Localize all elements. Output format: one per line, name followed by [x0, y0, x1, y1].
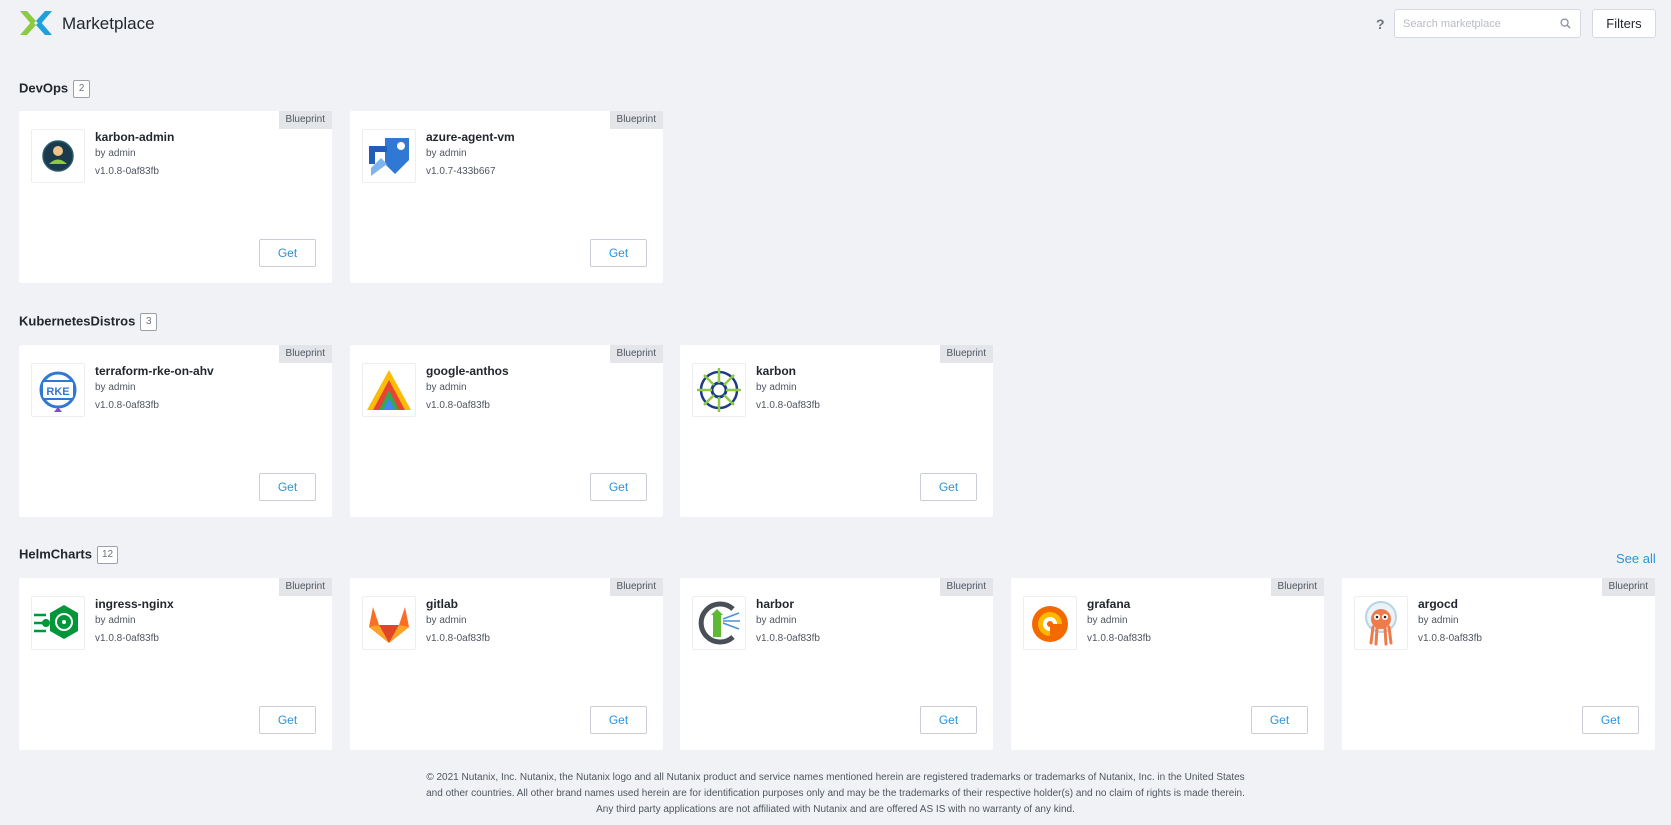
get-button[interactable]: Get — [1582, 706, 1639, 734]
app-name[interactable]: azure-agent-vm — [426, 130, 515, 144]
get-button[interactable]: Get — [920, 706, 977, 734]
app-card-argocd[interactable]: Blueprint argocd by admin v1.0.8-0af83fb… — [1342, 578, 1655, 750]
app-author: by admin — [426, 148, 467, 159]
app-version: v1.0.8-0af83fb — [1087, 633, 1151, 644]
app-version: v1.0.8-0af83fb — [426, 633, 490, 644]
get-button[interactable]: Get — [590, 473, 647, 501]
rke-icon: RKE — [31, 363, 85, 417]
app-name[interactable]: karbon — [756, 364, 796, 378]
app-author: by admin — [95, 615, 136, 626]
karbon-wheel-icon — [692, 363, 746, 417]
app-version: v1.0.8-0af83fb — [1418, 633, 1482, 644]
app-card-grafana[interactable]: Blueprint grafana by admin v1.0.8-0af83f… — [1011, 578, 1324, 750]
section-heading-helmcharts: HelmCharts 12 — [19, 546, 119, 564]
app-name[interactable]: karbon-admin — [95, 130, 174, 144]
app-name[interactable]: terraform-rke-on-ahv — [95, 364, 214, 378]
app-name[interactable]: google-anthos — [426, 364, 509, 378]
app-card-harbor[interactable]: Blueprint harbor by admin v1.0.8-0af83fb… — [680, 578, 993, 750]
app-card-gitlab[interactable]: Blueprint gitlab by admin v1.0.8-0af83fb… — [350, 578, 663, 750]
section-title: DevOps — [19, 80, 69, 96]
filters-button[interactable]: Filters — [1592, 9, 1656, 38]
karbon-admin-icon — [31, 129, 85, 183]
app-card-karbon[interactable]: Blueprint karbon by admin v1.0.8-0af83fb… — [680, 345, 993, 517]
app-version: v1.0.8-0af83fb — [426, 400, 490, 411]
search-icon[interactable] — [1560, 18, 1571, 29]
app-version: v1.0.8-0af83fb — [756, 400, 820, 411]
app-version: v1.0.8-0af83fb — [95, 166, 159, 177]
app-version: v1.0.8-0af83fb — [756, 633, 820, 644]
app-author: by admin — [756, 615, 797, 626]
get-button[interactable]: Get — [259, 239, 316, 267]
argocd-icon — [1354, 596, 1408, 650]
app-version: v1.0.8-0af83fb — [95, 400, 159, 411]
anthos-icon — [362, 363, 416, 417]
app-name[interactable]: argocd — [1418, 597, 1458, 611]
app-name[interactable]: grafana — [1087, 597, 1130, 611]
app-card-ingress-nginx[interactable]: Blueprint ingress-nginx by admin v1.0.8-… — [19, 578, 332, 750]
azure-devops-icon — [362, 129, 416, 183]
blueprint-badge: Blueprint — [939, 578, 993, 596]
blueprint-badge: Blueprint — [939, 345, 993, 363]
app-version: v1.0.8-0af83fb — [95, 633, 159, 644]
app-card-azure-agent-vm[interactable]: Blueprint azure-agent-vm by admin v1.0.7… — [350, 111, 663, 283]
search-input[interactable] — [1403, 16, 1553, 32]
section-count-badge: 3 — [140, 313, 158, 331]
see-all-link[interactable]: See all — [1616, 551, 1656, 566]
search-box[interactable] — [1394, 9, 1581, 38]
blueprint-badge: Blueprint — [278, 578, 332, 596]
section-title: KubernetesDistros — [19, 313, 136, 329]
get-button[interactable]: Get — [590, 706, 647, 734]
footer-legal: © 2021 Nutanix, Inc. Nutanix, the Nutani… — [0, 770, 1671, 818]
app-card-google-anthos[interactable]: Blueprint google-anthos by admin v1.0.8-… — [350, 345, 663, 517]
blueprint-badge: Blueprint — [609, 345, 663, 363]
page-title: Marketplace — [62, 14, 155, 33]
app-name[interactable]: ingress-nginx — [95, 597, 174, 611]
get-button[interactable]: Get — [1251, 706, 1308, 734]
app-author: by admin — [756, 382, 797, 393]
app-version: v1.0.7-433b667 — [426, 166, 496, 177]
blueprint-badge: Blueprint — [1270, 578, 1324, 596]
footer-line: Any third party applications are not aff… — [596, 804, 1075, 815]
section-heading-kubernetesdistros: KubernetesDistros 3 — [19, 313, 158, 331]
section-title: HelmCharts — [19, 546, 92, 562]
footer-line: © 2021 Nutanix, Inc. Nutanix, the Nutani… — [426, 772, 1245, 783]
section-count-badge: 2 — [73, 80, 91, 98]
get-button[interactable]: Get — [920, 473, 977, 501]
get-button[interactable]: Get — [259, 706, 316, 734]
app-card-terraform-rke-on-ahv[interactable]: Blueprint RKE terraform-rke-on-ahv by ad… — [19, 345, 332, 517]
blueprint-badge: Blueprint — [609, 111, 663, 129]
grafana-icon — [1023, 596, 1077, 650]
get-button[interactable]: Get — [590, 239, 647, 267]
app-author: by admin — [1418, 615, 1459, 626]
section-heading-devops: DevOps 2 — [19, 80, 91, 98]
section-count-badge: 12 — [96, 546, 119, 564]
app-author: by admin — [426, 615, 467, 626]
footer-line: and other countries. All other brand nam… — [426, 788, 1245, 799]
blueprint-badge: Blueprint — [278, 111, 332, 129]
top-header: Marketplace ? Filters — [0, 0, 1671, 48]
blueprint-badge: Blueprint — [1601, 578, 1655, 596]
svg-text:RKE: RKE — [46, 386, 69, 398]
blueprint-badge: Blueprint — [278, 345, 332, 363]
app-name[interactable]: harbor — [756, 597, 794, 611]
get-button[interactable]: Get — [259, 473, 316, 501]
nutanix-logo-icon — [20, 11, 52, 35]
app-author: by admin — [95, 382, 136, 393]
app-name[interactable]: gitlab — [426, 597, 458, 611]
blueprint-badge: Blueprint — [609, 578, 663, 596]
ingress-nginx-icon — [31, 596, 85, 650]
gitlab-icon — [362, 596, 416, 650]
app-author: by admin — [426, 382, 467, 393]
app-author: by admin — [1087, 615, 1128, 626]
app-author: by admin — [95, 148, 136, 159]
harbor-icon — [692, 596, 746, 650]
help-icon[interactable]: ? — [1376, 16, 1385, 32]
app-card-karbon-admin[interactable]: Blueprint karbon-admin by admin v1.0.8-0… — [19, 111, 332, 283]
